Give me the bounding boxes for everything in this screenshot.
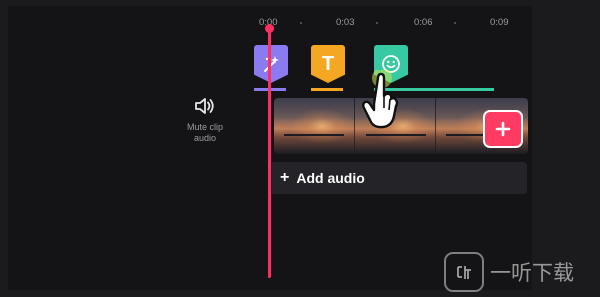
watermark-text: 一听下载 [490,261,574,285]
ruler-label: 0:03 [336,17,355,28]
watermark: 一听下载 [444,252,574,292]
mute-label-line1: Mute clip [186,122,223,132]
mute-clip-audio-button[interactable]: Mute clip audio [170,96,240,144]
text-overlay-label: T [321,52,335,75]
text-track-line [311,88,343,91]
plus-icon: + [280,169,290,186]
speaker-icon [170,96,240,122]
ruler-label: 0:09 [490,17,509,28]
clip-frame [274,98,354,154]
plus-icon [495,121,511,137]
ruler-dot [300,22,302,24]
playhead-handle[interactable] [265,24,274,33]
watermark-logo-icon [444,252,484,292]
ruler-label: 0:06 [414,17,433,28]
mute-label-line2: audio [193,133,217,143]
ruler-dot [454,22,456,24]
hand-pointer-icon [362,70,399,129]
ruler-dot [376,22,378,24]
add-audio-label: Add audio [296,170,365,186]
playhead[interactable] [268,26,271,278]
add-audio-button[interactable]: + Add audio [270,162,527,194]
add-clip-button[interactable] [483,110,523,148]
magic-wand-icon [264,56,279,72]
